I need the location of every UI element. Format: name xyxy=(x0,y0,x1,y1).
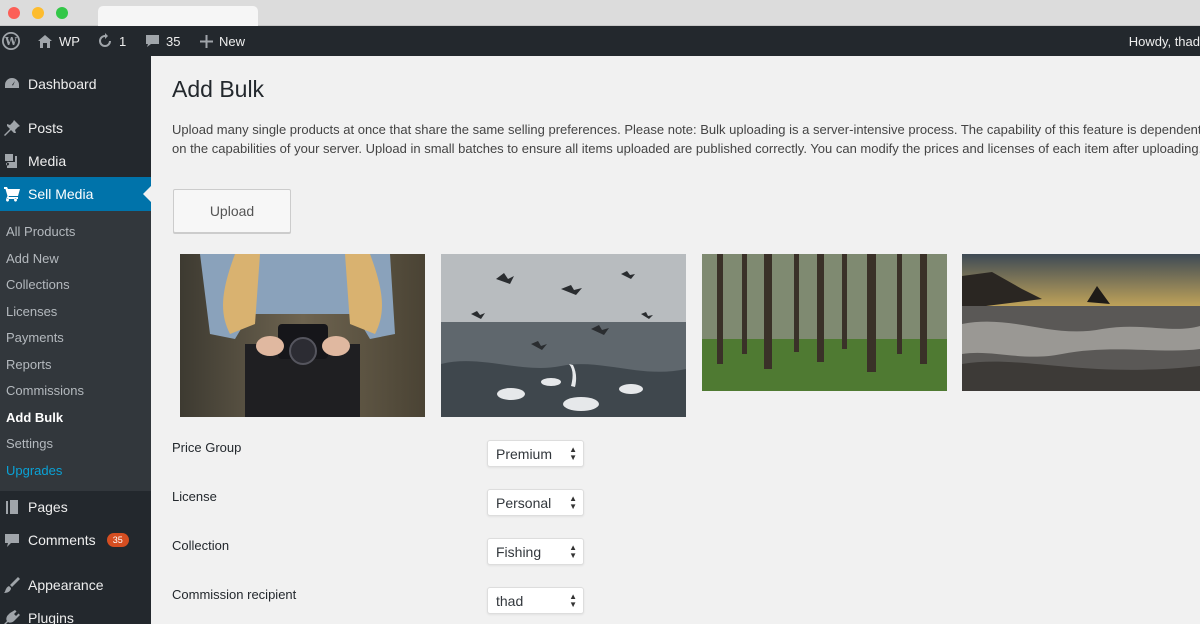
new-label: New xyxy=(219,33,246,49)
sidebar-item-label: Plugins xyxy=(28,610,74,624)
page-title: Add Bulk xyxy=(172,76,265,102)
submenu-item-add-bulk[interactable]: Add Bulk xyxy=(6,410,63,425)
sidebar-item-plugins[interactable]: Plugins xyxy=(0,601,151,624)
submenu-item-settings[interactable]: Settings xyxy=(6,436,53,451)
sidebar-item-label: Comments xyxy=(28,532,96,548)
admin-bar: W WP 1 35 New Howdy, thad xyxy=(0,26,1200,56)
admin-sidebar: Dashboard Posts Media Sell Media All Pro… xyxy=(0,56,151,624)
wordpress-logo-icon[interactable]: W xyxy=(2,26,20,56)
sell-media-submenu: All Products Add New Collections License… xyxy=(0,211,151,491)
updates-link[interactable]: 1 xyxy=(97,26,126,56)
select-arrows-icon: ▲ ▼ xyxy=(569,445,577,462)
pushpin-icon xyxy=(4,120,20,136)
comment-icon xyxy=(5,534,19,547)
uploaded-image-thumbnail[interactable] xyxy=(180,254,425,417)
page-description: Upload many single products at once that… xyxy=(172,122,1200,156)
comments-count-badge: 35 xyxy=(106,533,129,547)
plugin-icon xyxy=(4,610,20,624)
submenu-item-upgrades[interactable]: Upgrades xyxy=(6,463,62,478)
sidebar-item-label: Media xyxy=(28,153,67,169)
sidebar-item-label: Posts xyxy=(28,120,64,136)
submenu-item-add-new[interactable]: Add New xyxy=(6,251,59,266)
sidebar-item-posts[interactable]: Posts xyxy=(0,111,151,145)
price-group-label: Price Group xyxy=(172,440,242,455)
browser-chrome xyxy=(0,0,1200,27)
browser-tab[interactable] xyxy=(98,6,258,27)
commission-recipient-select[interactable]: thad ▲ ▼ xyxy=(487,587,584,614)
close-window-icon[interactable] xyxy=(8,7,20,19)
cart-icon xyxy=(4,187,20,202)
sidebar-item-label: Pages xyxy=(28,499,68,515)
comments-count: 35 xyxy=(166,33,181,49)
updates-count: 1 xyxy=(119,33,127,49)
sidebar-item-sell-media[interactable]: Sell Media xyxy=(0,177,151,211)
collection-value: Fishing xyxy=(496,543,542,560)
dashboard-icon xyxy=(5,78,19,88)
uploaded-image-thumbnail[interactable] xyxy=(441,254,686,417)
svg-text:W: W xyxy=(4,35,18,48)
submenu-item-collections[interactable]: Collections xyxy=(6,277,70,292)
submenu-item-commissions[interactable]: Commissions xyxy=(6,383,84,398)
home-icon xyxy=(38,34,52,48)
site-name-link[interactable]: WP xyxy=(37,26,80,56)
price-group-select[interactable]: Premium ▲ ▼ xyxy=(487,440,584,467)
collection-select[interactable]: Fishing ▲ ▼ xyxy=(487,538,584,565)
comments-link[interactable]: 35 xyxy=(145,26,180,56)
howdy-user-link[interactable]: Howdy, thad xyxy=(1129,26,1200,56)
license-value: Personal xyxy=(496,494,552,511)
sidebar-item-label: Appearance xyxy=(28,577,104,593)
license-select[interactable]: Personal ▲ ▼ xyxy=(487,489,584,516)
price-group-value: Premium xyxy=(496,445,553,462)
uploaded-image-thumbnail[interactable] xyxy=(702,254,947,391)
sidebar-item-pages[interactable]: Pages xyxy=(0,490,151,524)
paintbrush-icon xyxy=(4,577,20,593)
select-arrows-icon: ▲ ▼ xyxy=(569,543,577,560)
commission-recipient-value: thad xyxy=(496,592,524,609)
sidebar-item-comments[interactable]: Comments 35 xyxy=(0,523,151,557)
maximize-window-icon[interactable] xyxy=(56,7,68,19)
sidebar-item-label: Sell Media xyxy=(28,186,94,202)
refresh-icon xyxy=(99,33,111,47)
main-content: Add Bulk Upload many single products at … xyxy=(151,56,1200,624)
upload-button[interactable]: Upload xyxy=(173,189,291,233)
minimize-window-icon[interactable] xyxy=(32,7,44,19)
submenu-item-licenses[interactable]: Licenses xyxy=(6,304,57,319)
sidebar-item-appearance[interactable]: Appearance xyxy=(0,568,151,602)
sidebar-item-label: Dashboard xyxy=(28,76,97,92)
sidebar-item-dashboard[interactable]: Dashboard xyxy=(0,67,151,101)
new-content-link[interactable]: New xyxy=(200,26,245,56)
collection-label: Collection xyxy=(172,538,230,553)
pages-icon xyxy=(6,500,18,514)
select-arrows-icon: ▲ ▼ xyxy=(569,592,577,609)
site-name-label: WP xyxy=(59,33,80,49)
plus-icon xyxy=(200,34,213,48)
uploaded-image-thumbnail[interactable] xyxy=(962,254,1200,391)
sidebar-item-media[interactable]: Media xyxy=(0,144,151,178)
submenu-item-reports[interactable]: Reports xyxy=(6,357,52,372)
commission-recipient-label: Commission recipient xyxy=(172,587,297,602)
comment-icon xyxy=(146,35,159,47)
select-arrows-icon: ▲ ▼ xyxy=(569,494,577,511)
submenu-item-all-products[interactable]: All Products xyxy=(6,224,75,239)
media-icon xyxy=(5,154,17,168)
submenu-item-payments[interactable]: Payments xyxy=(6,330,64,345)
license-label: License xyxy=(172,489,217,504)
